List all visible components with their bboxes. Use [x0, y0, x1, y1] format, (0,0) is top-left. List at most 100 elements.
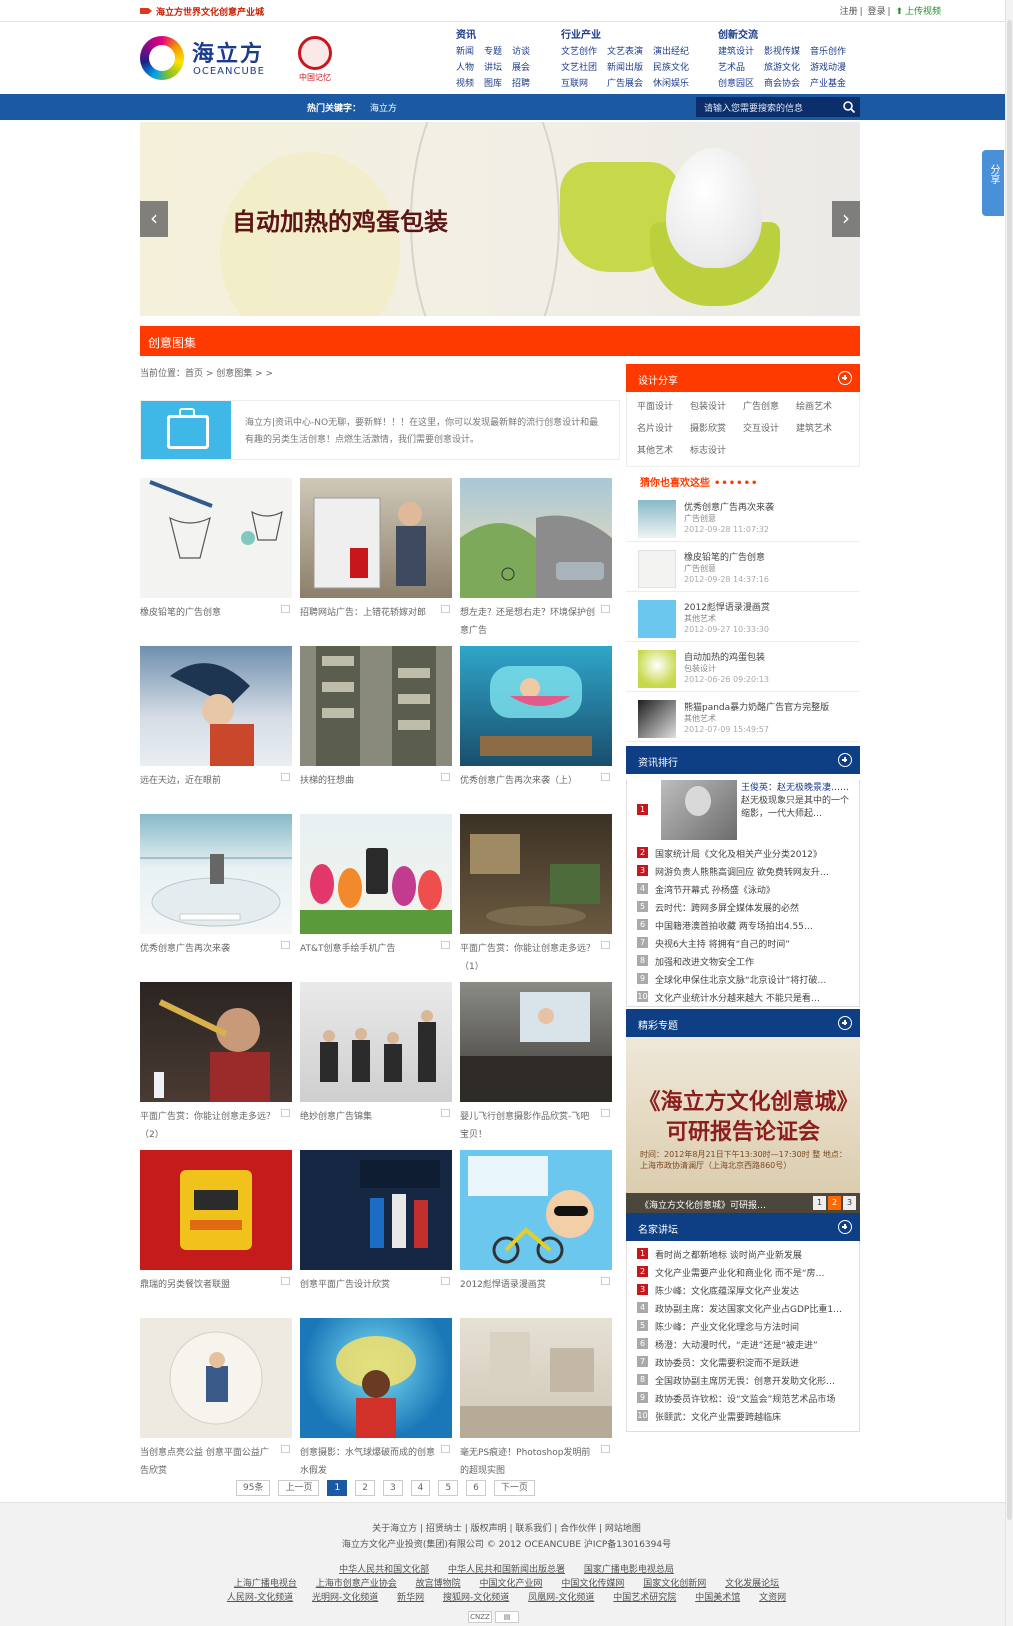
gallery-card[interactable]: 当创意点亮公益 创意平面公益广告欣赏 [140, 1318, 292, 1480]
nav-item[interactable]: 创意园区 [718, 76, 754, 89]
comment-icon[interactable] [281, 1445, 290, 1453]
table-row[interactable]: 5 陈少峰：产业文化化理念与方法时间 [627, 1317, 859, 1335]
gallery-card[interactable]: 创意摄影：水气球爆破而成的创意水假发 [300, 1318, 452, 1480]
search-input[interactable]: 请输入您需要搜索的信息 [696, 97, 860, 117]
comment-icon[interactable] [281, 605, 290, 613]
gallery-card[interactable]: 2012彪悍语录漫画赏 [460, 1150, 612, 1294]
comment-icon[interactable] [601, 1109, 610, 1117]
table-row[interactable]: 7 央视6大主持 将拥有“自己的时间” [627, 934, 859, 952]
page-button[interactable]: 5 [438, 1480, 459, 1496]
tag-link[interactable]: 包装设计 [690, 396, 743, 418]
friend-link[interactable]: 中华人民共和国文化部 [339, 1565, 429, 1575]
thumbnail[interactable] [300, 982, 452, 1102]
plus-circle-icon[interactable] [838, 1220, 852, 1234]
thumbnail[interactable] [460, 478, 612, 598]
comment-icon[interactable] [601, 941, 610, 949]
list-item[interactable]: 自动加热的鸡蛋包装 包装设计 2012-06-26 09:20:13 [626, 642, 860, 692]
upload-video-link[interactable]: ⬆ 上传视频 [895, 7, 943, 17]
footer-links[interactable]: 关于海立方 | 招贤纳士 | 版权声明 | 联系我们 | 合作伙伴 | 网站地图 [0, 1521, 1013, 1534]
gallery-card[interactable]: AT&T创意手绘手机广告 [300, 814, 452, 958]
thumbnail[interactable] [140, 982, 292, 1102]
table-row[interactable]: 2 国家统计局《文化及相关产业分类2012》 [627, 844, 859, 862]
thumbnail[interactable] [661, 780, 737, 840]
gallery-card[interactable]: 招聘网站广告：上错花轿嫁对郎 [300, 478, 452, 622]
thumbnail[interactable] [460, 646, 612, 766]
thumbnail[interactable] [460, 814, 612, 934]
gallery-card[interactable]: 橡皮铅笔的广告创意 [140, 478, 292, 622]
card-title[interactable]: 绝妙创意广告锦集 [300, 1108, 452, 1126]
friend-link[interactable]: 文资网 [759, 1593, 786, 1603]
friend-link[interactable]: 中国文化产业网 [479, 1579, 542, 1589]
nav-item[interactable]: 游戏动漫 [810, 60, 846, 73]
table-row[interactable]: 8 加强和改进文物安全工作 [627, 952, 859, 970]
comment-icon[interactable] [441, 773, 450, 781]
comment-icon[interactable] [441, 605, 450, 613]
card-title[interactable]: 橡皮铅笔的广告创意 [140, 604, 292, 622]
topic-slideshow[interactable]: 《海立方文化创意城》可研报告论证会 时间：2012年8月21日下午13:30时—… [626, 1037, 860, 1213]
card-title[interactable]: AT&T创意手绘手机广告 [300, 940, 452, 958]
thumbnail[interactable] [300, 478, 452, 598]
table-row[interactable]: 10 文化产业统计水分越来越大 不能只是看… [627, 988, 859, 1006]
card-title[interactable]: 婴儿飞行创意摄影作品欣赏-飞吧宝贝！ [460, 1108, 612, 1144]
comment-icon[interactable] [441, 1445, 450, 1453]
friend-link[interactable]: 中华人民共和国新闻出版总署 [448, 1565, 565, 1575]
nav-item[interactable]: 建筑设计 [718, 44, 754, 57]
list-item[interactable]: 优秀创意广告再次来袭 广告创意 2012-09-28 11:07:32 [626, 492, 860, 542]
table-row[interactable]: 4 政协副主席：发达国家文化产业占GDP比重1… [627, 1299, 859, 1317]
thumbnail[interactable] [140, 814, 292, 934]
tag-link[interactable]: 标志设计 [690, 440, 743, 462]
tag-link[interactable]: 其他艺术 [637, 440, 690, 462]
comment-icon[interactable] [441, 1109, 450, 1117]
friend-link[interactable]: 光明网-文化频道 [312, 1593, 378, 1603]
gallery-card[interactable]: 婴儿飞行创意摄影作品欣赏-飞吧宝贝！ [460, 982, 612, 1144]
tag-link[interactable]: 交互设计 [743, 418, 796, 440]
nav-item[interactable]: 招聘 [512, 76, 530, 89]
nav-item[interactable]: 演出经纪 [653, 44, 689, 57]
nav-group-title[interactable]: 行业产业 [561, 26, 689, 41]
nav-group-title[interactable]: 资讯 [456, 26, 530, 41]
thumbnail[interactable] [140, 1150, 292, 1270]
table-row[interactable]: 5 云时代：跨网多屏全媒体发展的必然 [627, 898, 859, 916]
table-row[interactable]: 9 全球化申保住北京文脉“北京设计”将打破… [627, 970, 859, 988]
friend-link[interactable]: 人民网-文化频道 [227, 1593, 293, 1603]
gallery-card[interactable]: 优秀创意广告再次来袭（上） [460, 646, 612, 790]
card-title[interactable]: 当创意点亮公益 创意平面公益广告欣赏 [140, 1444, 292, 1480]
nav-item[interactable]: 广告展会 [607, 76, 643, 89]
table-row[interactable]: 6 中国籍港澳首拍收藏 两专场拍出4.55… [627, 916, 859, 934]
gallery-card[interactable]: 扶梯的狂想曲 [300, 646, 452, 790]
list-item[interactable]: 橡皮铅笔的广告创意 广告创意 2012-09-28 14:37:16 [626, 542, 860, 592]
nav-item[interactable]: 访谈 [512, 44, 530, 57]
page-button[interactable]: 1 [327, 1480, 348, 1496]
card-title[interactable]: 招聘网站广告：上错花轿嫁对郎 [300, 604, 452, 622]
card-title[interactable]: 鼎瑞的另类餐饮者联盟 [140, 1276, 292, 1294]
nav-item[interactable]: 影视传媒 [764, 44, 800, 57]
scrollbar[interactable] [1005, 0, 1013, 1626]
nav-item[interactable]: 新闻出版 [607, 60, 643, 73]
tag-link[interactable]: 建筑艺术 [796, 418, 849, 440]
card-title[interactable]: 扶梯的狂想曲 [300, 772, 452, 790]
partner-logo[interactable]: 中国记忆 [296, 36, 334, 84]
nav-item[interactable]: 讲坛 [484, 60, 502, 73]
friend-link[interactable]: 搜狐网-文化频道 [443, 1593, 509, 1603]
thumbnail[interactable] [140, 478, 292, 598]
nav-item[interactable]: 休闲娱乐 [653, 76, 689, 89]
tag-link[interactable]: 摄影欣赏 [690, 418, 743, 440]
plus-circle-icon[interactable] [838, 1016, 852, 1030]
thumbnail[interactable] [638, 500, 676, 538]
gallery-card[interactable]: 平面广告赏：你能让创意走多远？（1） [460, 814, 612, 976]
table-row[interactable]: 3 陈少峰：文化底蕴深厚文化产业发达 [627, 1281, 859, 1299]
card-title[interactable]: 平面广告赏：你能让创意走多远？（1） [460, 940, 612, 976]
register-link[interactable]: 注册 [840, 7, 858, 17]
thumbnail[interactable] [638, 700, 676, 738]
list-item[interactable]: 熊猫panda暴力奶酪广告官方完整版 其他艺术 2012-07-09 15:49… [626, 692, 860, 742]
comment-icon[interactable] [281, 1277, 290, 1285]
tag-link[interactable]: 广告创意 [743, 396, 796, 418]
comment-icon[interactable] [281, 941, 290, 949]
list-item[interactable]: 2012彪悍语录漫画赏 其他艺术 2012-09-27 10:33:30 [626, 592, 860, 642]
card-title[interactable]: 创意摄影：水气球爆破而成的创意水假发 [300, 1444, 452, 1480]
thumbnail[interactable] [140, 646, 292, 766]
banner-prev-button[interactable]: ‹ [140, 201, 168, 237]
banner-next-button[interactable]: › [832, 201, 860, 237]
friend-link[interactable]: 中国文化传媒网 [561, 1579, 624, 1589]
breadcrumb[interactable]: 当前位置：首页 > 创意图集 > > [140, 366, 273, 379]
